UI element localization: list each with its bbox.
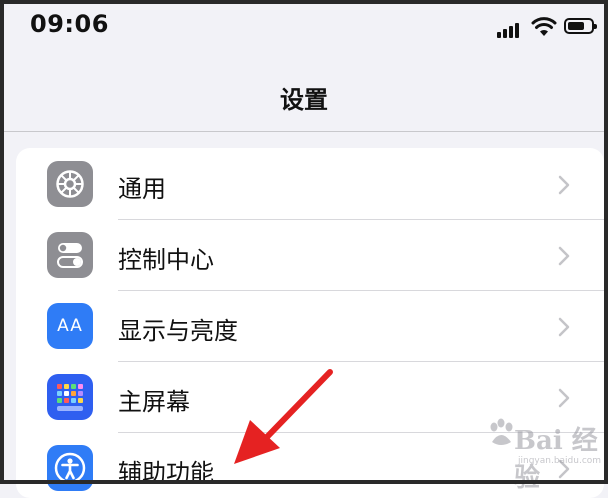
chevron-right-icon	[558, 246, 570, 266]
battery-icon	[564, 18, 597, 34]
watermark: Bai 经验 jingyan.baidu.com	[474, 416, 602, 493]
settings-item-general[interactable]: 通用	[16, 149, 604, 220]
accessibility-icon	[47, 445, 93, 491]
page-title: 设置	[280, 86, 328, 114]
status-bar: 09:06	[0, 0, 608, 56]
settings-item-label: 通用	[118, 175, 166, 203]
home-screen-grid-icon	[47, 374, 93, 420]
chevron-right-icon	[558, 175, 570, 195]
settings-item-label: 控制中心	[118, 246, 214, 274]
settings-item-control-center[interactable]: 控制中心	[16, 220, 604, 291]
chevron-right-icon	[558, 317, 570, 337]
text-size-icon: AA	[47, 303, 93, 349]
toggles-icon	[47, 232, 93, 278]
watermark-url: jingyan.baidu.com	[518, 456, 602, 466]
status-time: 09:06	[30, 10, 109, 38]
nav-divider	[0, 131, 608, 132]
settings-item-label: 主屏幕	[118, 388, 190, 416]
wifi-icon	[531, 17, 557, 36]
text-size-icon-glyph: AA	[57, 316, 83, 336]
annotation-arrow-icon	[234, 369, 333, 464]
cellular-signal-icon	[497, 22, 523, 38]
settings-item-display-brightness[interactable]: AA 显示与亮度	[16, 291, 604, 362]
chevron-right-icon	[558, 388, 570, 408]
settings-item-label: 辅助功能	[118, 459, 214, 487]
paw-logo-icon	[490, 418, 513, 445]
gear-icon	[47, 161, 93, 207]
settings-item-label: 显示与亮度	[118, 317, 238, 345]
